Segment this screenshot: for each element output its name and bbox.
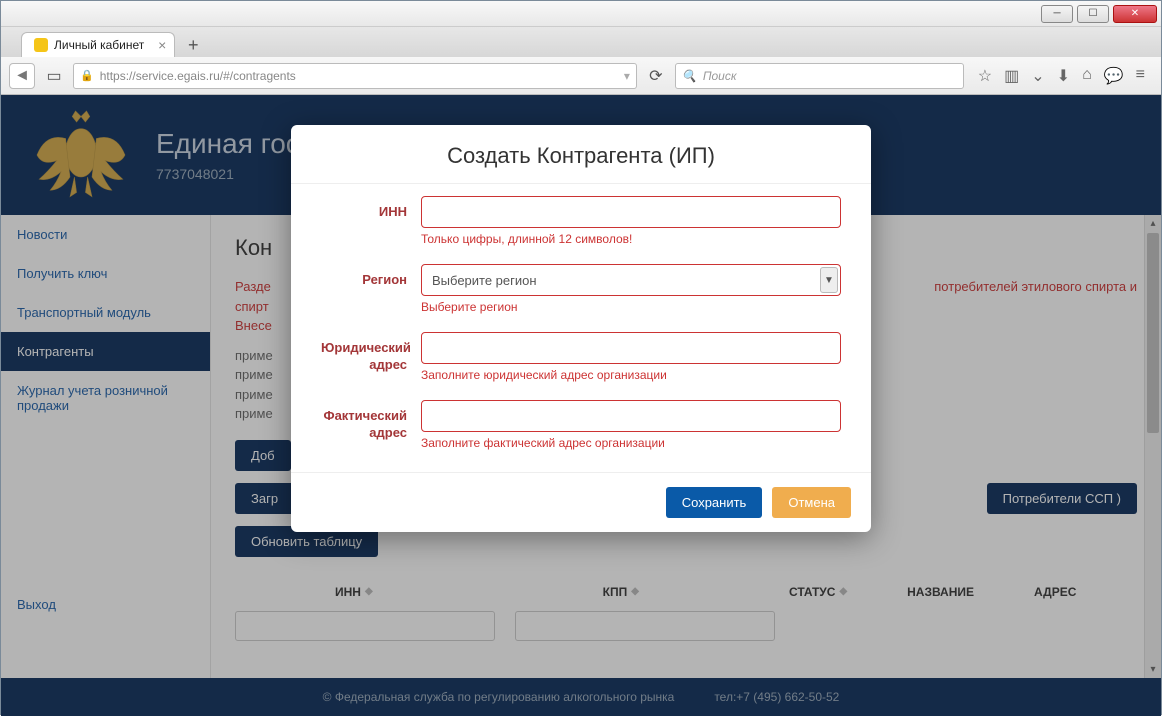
select-region-placeholder: Выберите регион (432, 273, 537, 288)
toolbar-icons: ☆ ▥ ⌄ ⬇ ⌂ 💬 ≡ (970, 66, 1153, 86)
chevron-down-icon: ▼ (820, 267, 838, 293)
favicon-icon (34, 38, 48, 52)
pocket-icon[interactable]: ⌄ (1031, 66, 1044, 86)
tab-strip: Личный кабинет × + (1, 27, 1161, 57)
maximize-button[interactable]: ☐ (1077, 5, 1109, 23)
browser-tab[interactable]: Личный кабинет × (21, 32, 175, 57)
modal-body: ИНН Только цифры, длинной 12 символов! Р… (291, 183, 871, 472)
download-icon[interactable]: ⬇ (1057, 66, 1070, 86)
window-titlebar: ─ ☐ ✕ (1, 1, 1161, 27)
browser-window: ─ ☐ ✕ Личный кабинет × + ◄ ▭ 🔒 https://s… (0, 0, 1162, 715)
modal-footer: Сохранить Отмена (291, 472, 871, 532)
create-contragent-modal: Создать Контрагента (ИП) ИНН Только цифр… (291, 125, 871, 532)
search-placeholder: Поиск (703, 69, 737, 83)
tab-close-icon[interactable]: × (158, 37, 166, 53)
close-window-button[interactable]: ✕ (1113, 5, 1157, 23)
input-inn[interactable] (421, 196, 841, 228)
bookmark-icon[interactable]: ☆ (978, 66, 992, 86)
search-bar[interactable]: 🔍 Поиск (675, 63, 964, 89)
error-region: Выберите регион (421, 300, 841, 314)
label-actual-addr: Фактический адрес (321, 400, 421, 442)
error-legal-addr: Заполните юридический адрес организации (421, 368, 841, 382)
home-icon[interactable]: ⌂ (1082, 66, 1092, 86)
cancel-button[interactable]: Отмена (772, 487, 851, 518)
new-tab-button[interactable]: + (181, 33, 205, 57)
save-button[interactable]: Сохранить (666, 487, 763, 518)
input-legal-addr[interactable] (421, 332, 841, 364)
select-region[interactable]: Выберите регион ▼ (421, 264, 841, 296)
modal-overlay: Создать Контрагента (ИП) ИНН Только цифр… (1, 95, 1161, 716)
minimize-button[interactable]: ─ (1041, 5, 1073, 23)
menu-icon[interactable]: ≡ (1136, 66, 1145, 86)
page: Единая гос 7737048021 Новости Получить к… (1, 95, 1161, 716)
error-inn: Только цифры, длинной 12 символов! (421, 232, 841, 246)
identity-icon[interactable]: ▭ (41, 63, 67, 89)
label-legal-addr: Юридический адрес (321, 332, 421, 374)
modal-title: Создать Контрагента (ИП) (291, 125, 871, 183)
input-actual-addr[interactable] (421, 400, 841, 432)
tab-title: Личный кабинет (54, 38, 144, 52)
label-inn: ИНН (321, 196, 421, 221)
back-button[interactable]: ◄ (9, 63, 35, 89)
reader-icon[interactable]: ▥ (1004, 66, 1019, 86)
reload-button[interactable]: ⟳ (643, 63, 669, 89)
chat-icon[interactable]: 💬 (1104, 66, 1124, 86)
url-bar[interactable]: 🔒 https://service.egais.ru/#/contragents… (73, 63, 637, 89)
error-actual-addr: Заполните фактический адрес организации (421, 436, 841, 450)
url-text: https://service.egais.ru/#/contragents (100, 69, 296, 83)
lock-icon: 🔒 (80, 69, 94, 82)
label-region: Регион (321, 264, 421, 289)
dropdown-icon[interactable]: ▾ (624, 69, 630, 83)
search-icon: 🔍 (682, 69, 697, 83)
browser-toolbar: ◄ ▭ 🔒 https://service.egais.ru/#/contrag… (1, 57, 1161, 95)
